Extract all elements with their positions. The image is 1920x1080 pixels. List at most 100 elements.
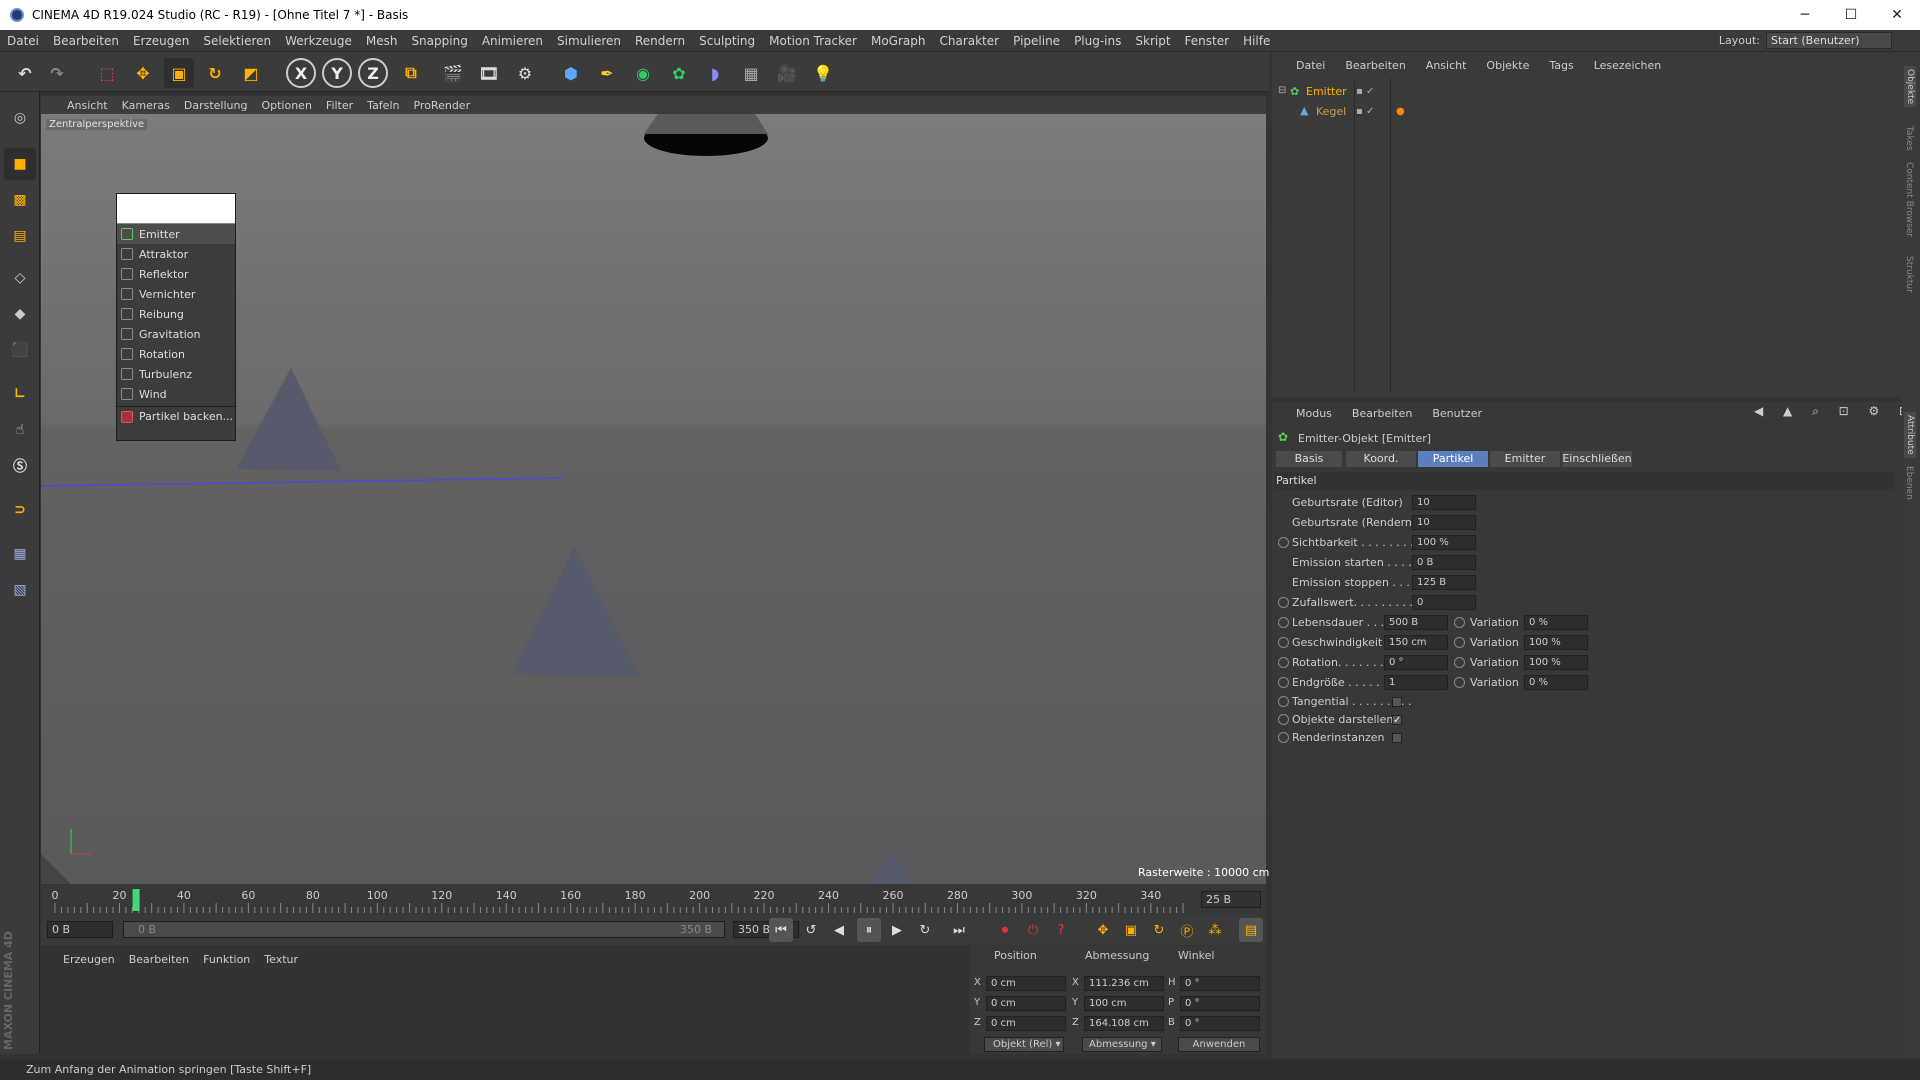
edges-mode-icon[interactable]: ◆: [4, 298, 36, 330]
tab-einschliessen[interactable]: Einschließen: [1562, 451, 1632, 467]
render-view-icon[interactable]: 🎬: [438, 58, 468, 88]
menu-mesh[interactable]: Mesh: [359, 30, 405, 52]
object-menu-tags[interactable]: Tags: [1539, 59, 1583, 72]
material-menu-textur[interactable]: Textur: [257, 953, 305, 966]
texture-mode-icon[interactable]: ▩: [4, 184, 36, 216]
rotation-h-field[interactable]: 0 °: [1180, 976, 1260, 991]
spline-pen-icon[interactable]: ✒: [592, 58, 622, 88]
cube-primitive-icon[interactable]: ⬢: [556, 58, 586, 88]
animate-radio[interactable]: [1278, 637, 1289, 648]
animate-radio[interactable]: [1278, 537, 1289, 548]
object-menu-bearbeiten[interactable]: Bearbeiten: [1335, 59, 1415, 72]
menu-erzeugen[interactable]: Erzeugen: [126, 30, 196, 52]
render-instances-checkbox[interactable]: [1392, 733, 1402, 743]
snapping-icon[interactable]: Ⓢ: [4, 450, 36, 482]
viewport-menu-tafeln[interactable]: Tafeln: [360, 99, 406, 112]
light-icon[interactable]: 💡: [808, 58, 838, 88]
popup-item-reflektor[interactable]: Reflektor: [117, 264, 235, 284]
minimize-button[interactable]: ─: [1782, 0, 1828, 30]
viewport-menu-optionen[interactable]: Optionen: [254, 99, 318, 112]
animate-radio[interactable]: [1454, 617, 1465, 628]
position-y-field[interactable]: 0 cm: [986, 996, 1066, 1011]
object-menu-ansicht[interactable]: Ansicht: [1416, 59, 1477, 72]
frame-range-slider[interactable]: 0 B 350 B: [123, 921, 725, 938]
menu-rendern[interactable]: Rendern: [628, 30, 692, 52]
camera-icon[interactable]: 🎥: [772, 58, 802, 88]
viewport-menu-prorender[interactable]: ProRender: [406, 99, 477, 112]
visibility-field[interactable]: 100 %: [1412, 535, 1476, 550]
points-mode-icon[interactable]: ◇: [4, 262, 36, 294]
size-y-field[interactable]: 100 cm: [1084, 996, 1164, 1011]
render-settings-icon[interactable]: ⚙: [510, 58, 540, 88]
position-x-field[interactable]: 0 cm: [986, 976, 1066, 991]
magnet-icon[interactable]: ⊃: [4, 494, 36, 526]
rotation-variation-field[interactable]: 100 %: [1524, 655, 1588, 670]
kegel-visibility-icon[interactable]: ▪ ✓: [1356, 106, 1374, 117]
select-tool-icon[interactable]: ⬚: [92, 58, 122, 88]
menu-simulieren[interactable]: Simulieren: [550, 30, 628, 52]
menu-snapping[interactable]: Snapping: [404, 30, 474, 52]
z-axis-lock-icon[interactable]: Z: [358, 58, 388, 88]
show-objects-checkbox[interactable]: ✓: [1392, 715, 1402, 726]
object-menu-lesezeichen[interactable]: Lesezeichen: [1584, 59, 1672, 72]
recent-tool-icon[interactable]: ◩: [236, 58, 266, 88]
popup-item-partikel-backen[interactable]: Partikel backen...: [117, 406, 235, 426]
x-axis-lock-icon[interactable]: X: [286, 58, 316, 88]
apply-button[interactable]: Anwenden: [1178, 1037, 1260, 1052]
object-row-kegel[interactable]: ▲ Kegel: [1290, 102, 1352, 120]
maximize-button[interactable]: ☐: [1828, 0, 1874, 30]
size-x-field[interactable]: 111.236 cm: [1084, 976, 1164, 991]
menu-motion-tracker[interactable]: Motion Tracker: [762, 30, 864, 52]
key-position-icon[interactable]: ✥: [1091, 918, 1115, 942]
object-menu-datei[interactable]: Datei: [1272, 59, 1335, 72]
lifetime-variation-field[interactable]: 0 %: [1524, 615, 1588, 630]
seed-field[interactable]: 0: [1412, 595, 1476, 610]
side-tab-struktur[interactable]: Struktur: [1904, 256, 1914, 293]
popup-item-vernichter[interactable]: Vernichter: [117, 284, 235, 304]
material-menu-bearbeiten[interactable]: Bearbeiten: [122, 953, 196, 966]
side-tab-content-browser[interactable]: Content Browser: [1904, 162, 1914, 237]
array-generator-icon[interactable]: ✿: [664, 58, 694, 88]
animate-radio[interactable]: [1278, 617, 1289, 628]
keyframe-selection-icon[interactable]: ?: [1049, 918, 1073, 942]
popup-item-gravitation[interactable]: Gravitation: [117, 324, 235, 344]
y-axis-lock-icon[interactable]: Y: [322, 58, 352, 88]
tab-basis[interactable]: Basis: [1276, 451, 1342, 467]
animate-radio[interactable]: [1278, 696, 1289, 707]
grid-icon[interactable]: ▧: [4, 574, 36, 606]
timeline-ruler[interactable]: 0 20 40 60 80 100 120 140 160 180 200 220 240 260 280 3…: [41, 885, 1266, 915]
move-tool-icon[interactable]: ✥: [128, 58, 158, 88]
menu-bearbeiten[interactable]: Bearbeiten: [46, 30, 126, 52]
viewport-menu-kameras[interactable]: Kameras: [115, 99, 177, 112]
menu-sculpting[interactable]: Sculpting: [692, 30, 762, 52]
menu-werkzeuge[interactable]: Werkzeuge: [278, 30, 359, 52]
rotation-field[interactable]: 0 °: [1384, 655, 1448, 670]
goto-start-icon[interactable]: ⏮: [769, 918, 793, 942]
tab-emitter[interactable]: Emitter: [1490, 451, 1560, 467]
animate-radio[interactable]: [1454, 677, 1465, 688]
lifetime-field[interactable]: 500 B: [1384, 615, 1448, 630]
key-pla-icon[interactable]: ⁂: [1203, 918, 1227, 942]
animate-radio[interactable]: [1278, 657, 1289, 668]
world-coords-icon[interactable]: ⧉: [396, 58, 426, 88]
workplane-icon[interactable]: ▤: [4, 220, 36, 252]
material-menu-funktion[interactable]: Funktion: [196, 953, 257, 966]
popup-item-emitter[interactable]: Emitter: [117, 224, 235, 244]
menu-datei[interactable]: Datei: [0, 30, 46, 52]
record-icon[interactable]: ⏺: [993, 918, 1017, 942]
position-z-field[interactable]: 0 cm: [986, 1016, 1066, 1031]
object-menu-objekte[interactable]: Objekte: [1476, 59, 1539, 72]
next-frame-icon[interactable]: ▶: [885, 918, 909, 942]
make-editable-icon[interactable]: ◎: [4, 102, 36, 134]
speed-variation-field[interactable]: 100 %: [1524, 635, 1588, 650]
popup-item-attraktor[interactable]: Attraktor: [117, 244, 235, 264]
attr-menu-bearbeiten[interactable]: Bearbeiten: [1342, 407, 1422, 420]
menu-plugins[interactable]: Plug-ins: [1067, 30, 1128, 52]
popup-item-reibung[interactable]: Reibung: [117, 304, 235, 324]
side-tab-takes[interactable]: Takes: [1904, 126, 1914, 151]
animate-radio[interactable]: [1454, 637, 1465, 648]
end-scale-variation-field[interactable]: 0 %: [1524, 675, 1588, 690]
autokey-icon[interactable]: ⏻: [1021, 918, 1045, 942]
viewport-menu-darstellung[interactable]: Darstellung: [177, 99, 255, 112]
emission-stop-field[interactable]: 125 B: [1412, 575, 1476, 590]
